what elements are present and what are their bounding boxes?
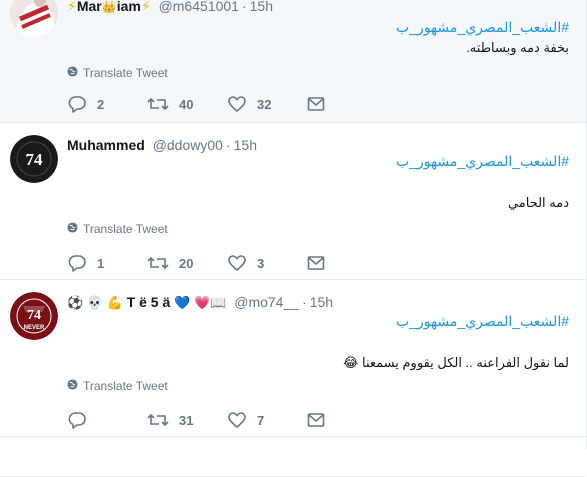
name-emojis: ⚽ 💀 💪: [67, 295, 123, 310]
translate-tweet-link[interactable]: Translate Tweet: [67, 378, 168, 394]
translate-tweet-link[interactable]: Translate Tweet: [67, 65, 168, 81]
like-count: 3: [257, 255, 265, 271]
reply-button[interactable]: 1: [67, 254, 147, 272]
heart-icon: [227, 95, 247, 113]
direct-message-button[interactable]: [307, 96, 325, 112]
tweet-header: Muhammed @ddowy00 · 15h: [67, 135, 576, 155]
like-button[interactable]: 32: [227, 95, 307, 113]
reply-count: 1: [97, 255, 105, 271]
avatar[interactable]: 74 NEVER: [10, 292, 58, 340]
envelope-icon: [307, 412, 325, 428]
avatar-subtext: NEVER: [24, 325, 45, 331]
tweet[interactable]: ⚡Mar👑iam⚡ @m6451001 · 15h #الشعب_المصري_مش…: [0, 0, 586, 123]
reply-icon: [67, 95, 87, 113]
reply-icon: [67, 411, 87, 429]
reply-icon: [67, 254, 87, 272]
tweet-text-main: لما نقول الفراعنه .. الكل يقووم يسمعنا: [362, 355, 569, 370]
display-name[interactable]: Muhammed: [67, 137, 145, 153]
retweet-count: 31: [179, 412, 194, 428]
hashtag-link[interactable]: #الشعب_المصري_مشهور_ب: [396, 153, 569, 170]
translate-tweet-label: Translate Tweet: [83, 222, 168, 236]
reply-button[interactable]: [67, 411, 147, 429]
retweet-icon: [147, 412, 169, 428]
separator-dot: ·: [225, 137, 231, 153]
reply-button[interactable]: 2: [67, 95, 147, 113]
tweet-timestamp[interactable]: 15h: [310, 294, 333, 310]
retweet-button[interactable]: 40: [147, 96, 227, 112]
like-count: 7: [257, 412, 265, 428]
tweet-timeline: ⚡Mar👑iam⚡ @m6451001 · 15h #الشعب_المصري_مش…: [0, 0, 587, 477]
tweet-header: ⚽ 💀 💪 T ë 5 ä 💙 💗📖 @mo74__ · 15h: [67, 292, 576, 312]
translate-tweet-link[interactable]: Translate Tweet: [67, 221, 168, 237]
direct-message-button[interactable]: [307, 255, 325, 271]
hashtag-link[interactable]: #الشعب_المصري_مشهور_ب: [396, 19, 569, 36]
display-name[interactable]: ⚽ 💀 💪 T ë 5 ä 💙 💗📖: [67, 294, 230, 310]
like-button[interactable]: 3: [227, 254, 307, 272]
retweet-button[interactable]: 20: [147, 255, 227, 271]
translate-tweet-label: Translate Tweet: [83, 66, 168, 80]
display-name[interactable]: ⚡Mar👑iam⚡: [67, 0, 155, 14]
avatar-text: 74: [27, 308, 41, 323]
translate-tweet-label: Translate Tweet: [83, 379, 168, 393]
user-handle[interactable]: @m6451001: [159, 0, 239, 14]
user-handle[interactable]: @ddowy00: [153, 137, 223, 153]
retweet-count: 40: [179, 96, 194, 112]
heart-icon: [227, 254, 247, 272]
tweet-timestamp[interactable]: 15h: [250, 0, 273, 14]
retweet-count: 20: [179, 255, 194, 271]
retweet-icon: [147, 96, 169, 112]
crown-emoji: 👑: [101, 0, 117, 14]
separator-dot: ·: [302, 294, 307, 310]
tweet-text: لما نقول الفراعنه .. الكل يقووم يسمعنا 😂: [343, 355, 569, 371]
globe-icon: [67, 378, 78, 394]
like-count: 32: [257, 96, 272, 112]
globe-icon: [67, 221, 78, 237]
tweet-header: ⚡Mar👑iam⚡ @m6451001 · 15h: [67, 0, 576, 16]
retweet-button[interactable]: 31: [147, 412, 227, 428]
tweet-actions: 1 20 3: [67, 253, 325, 273]
tweet-text: بخفة دمه وبساطته.: [466, 40, 569, 55]
heart-icon: [227, 411, 247, 429]
direct-message-button[interactable]: [307, 412, 325, 428]
user-handle[interactable]: @mo74__: [234, 294, 299, 310]
avatar-text: 74: [26, 150, 44, 169]
tweet-timestamp[interactable]: 15h: [234, 137, 257, 153]
hashtag-link[interactable]: #الشعب_المصري_مشهور_ب: [396, 313, 569, 330]
avatar[interactable]: 74: [10, 135, 58, 183]
tweet[interactable]: 74 NEVER ⚽ 💀 💪 T ë 5 ä 💙 💗📖 @mo74__ · 15h …: [0, 280, 586, 437]
envelope-icon: [307, 255, 325, 271]
laughing-emoji: 😂: [343, 355, 359, 370]
avatar[interactable]: [10, 0, 58, 37]
tweet[interactable]: [0, 437, 586, 477]
reply-count: 2: [97, 96, 105, 112]
name-tail-emojis: 💙 💗📖: [174, 295, 227, 310]
tweet[interactable]: 74 Muhammed @ddowy00 · 15h #الشعب_المصري_م…: [0, 123, 586, 280]
tweet-actions: 2 40 32: [67, 94, 325, 114]
tweet-text: دمه الحامي: [507, 195, 569, 210]
separator-dot: ·: [241, 0, 247, 14]
tweet-actions: 31 7: [67, 410, 325, 430]
globe-icon: [67, 65, 78, 81]
retweet-icon: [147, 255, 169, 271]
envelope-icon: [307, 96, 325, 112]
like-button[interactable]: 7: [227, 411, 307, 429]
